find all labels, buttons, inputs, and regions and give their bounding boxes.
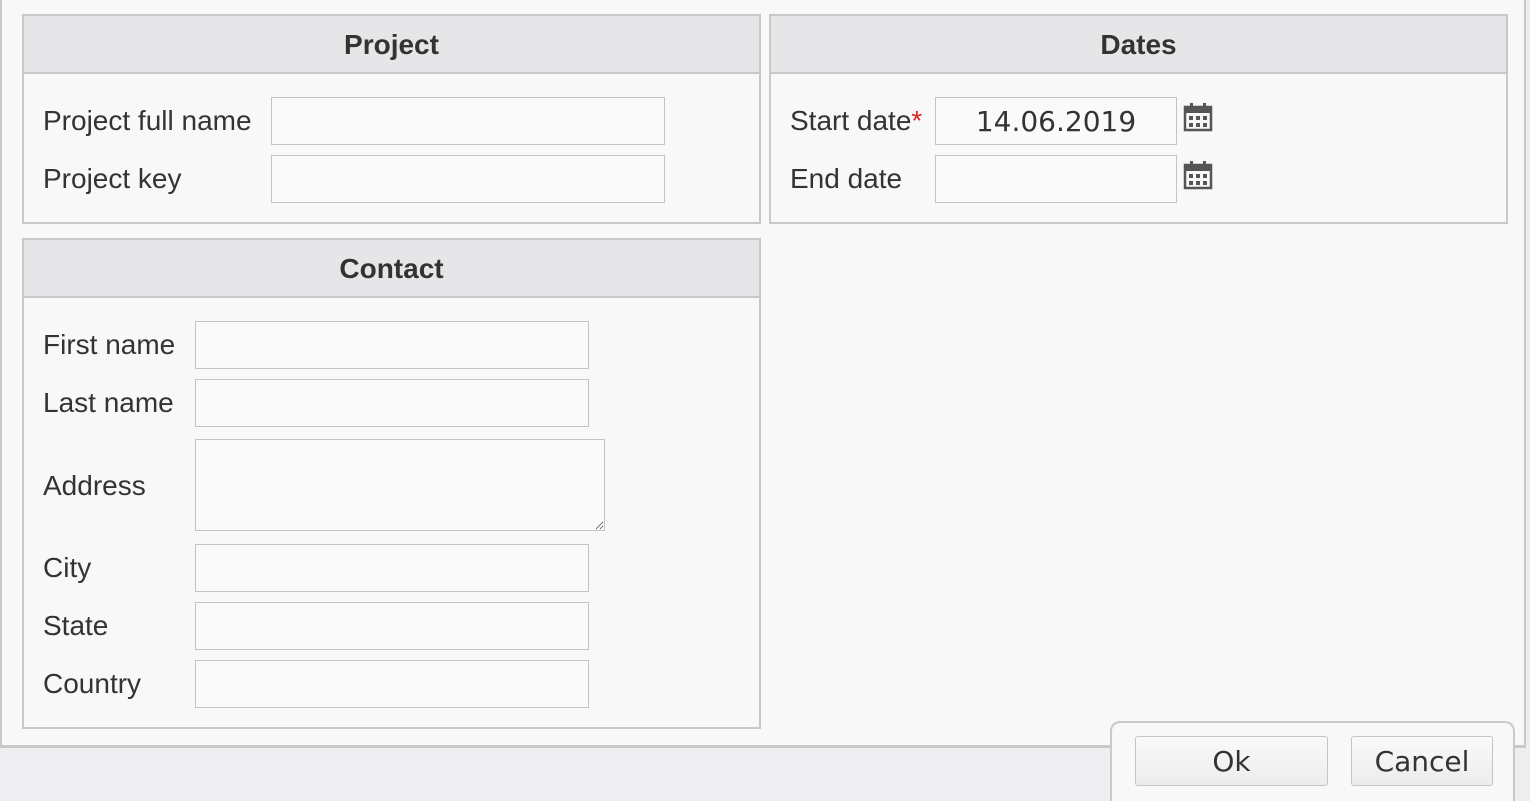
- end-date-label: End date: [790, 163, 903, 194]
- first-name-input[interactable]: [195, 321, 589, 369]
- country-label: Country: [43, 668, 142, 699]
- city-label: City: [43, 552, 92, 583]
- start-date-label-text: Start date: [790, 105, 912, 136]
- start-date-calendar-icon[interactable]: [1183, 102, 1213, 132]
- end-date-input[interactable]: [935, 155, 1177, 203]
- ok-button[interactable]: Ok: [1135, 736, 1328, 786]
- end-date-calendar-icon[interactable]: [1183, 160, 1213, 190]
- dialog-button-bar: Ok Cancel: [1110, 721, 1515, 801]
- address-label: Address: [43, 470, 146, 501]
- project-key-input[interactable]: [271, 155, 665, 203]
- project-full-name-label: Project full name: [43, 105, 252, 136]
- start-date-input[interactable]: [935, 97, 1177, 145]
- contact-panel: Contact First name Last name Address Cit…: [22, 238, 761, 729]
- last-name-input[interactable]: [195, 379, 589, 427]
- project-panel-title: Project: [24, 16, 759, 74]
- dates-panel: Dates Start date* End date: [769, 14, 1508, 224]
- state-label: State: [43, 610, 109, 641]
- project-full-name-input[interactable]: [271, 97, 665, 145]
- required-mark: *: [911, 105, 923, 136]
- start-date-label: Start date*: [790, 97, 922, 145]
- country-input[interactable]: [195, 660, 589, 708]
- contact-panel-title: Contact: [24, 240, 759, 298]
- dates-panel-title: Dates: [771, 16, 1506, 74]
- project-panel: Project Project full name Project key: [22, 14, 761, 224]
- first-name-label: First name: [43, 329, 176, 360]
- last-name-label: Last name: [43, 387, 174, 418]
- state-input[interactable]: [195, 602, 589, 650]
- cancel-button[interactable]: Cancel: [1351, 736, 1493, 786]
- address-textarea[interactable]: [195, 439, 605, 531]
- city-input[interactable]: [195, 544, 589, 592]
- project-key-label: Project key: [43, 163, 182, 194]
- project-dialog: Project Project full name Project key Da…: [0, 0, 1526, 748]
